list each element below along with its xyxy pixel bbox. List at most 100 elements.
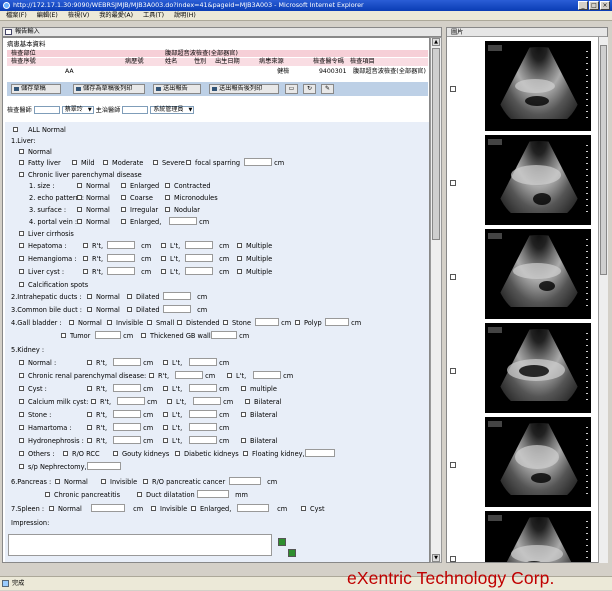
kidney-cyst-lt-input[interactable]: [189, 384, 217, 392]
hydro-rt-input[interactable]: [113, 436, 141, 444]
scroll-down-arrow[interactable]: ▼: [432, 554, 440, 562]
maximize-button[interactable]: □: [589, 1, 599, 10]
hepatoma-rt-option[interactable]: R't,: [83, 242, 103, 251]
ultrasound-image[interactable]: [485, 229, 591, 319]
liver-cirrhosis-option[interactable]: Liver cirrhosis: [19, 230, 74, 239]
hydro-lt-input[interactable]: [189, 436, 217, 444]
gb-tumor-option[interactable]: Tumor: [61, 332, 90, 341]
spleen-normal-input[interactable]: [91, 504, 125, 512]
pancreas-cancer-input[interactable]: [229, 477, 261, 485]
gb-invisible-option[interactable]: Invisible: [107, 319, 143, 328]
liver-cyst-lt-option[interactable]: L't,: [161, 268, 180, 277]
image-select-checkbox[interactable]: [450, 368, 456, 374]
menu-help[interactable]: 說明(H): [174, 12, 196, 19]
hydronephrosis-option[interactable]: Hydronephrosis :: [19, 437, 84, 446]
hemangioma-rt-option[interactable]: R't,: [83, 255, 103, 264]
menu-tools[interactable]: 工具(T): [143, 12, 164, 19]
surface-nodular-option[interactable]: Nodular: [165, 206, 200, 215]
gb-normal-option[interactable]: Normal: [69, 319, 102, 328]
close-button[interactable]: ×: [600, 1, 610, 10]
liver-normal-option[interactable]: Normal: [19, 148, 52, 157]
calcium-lt-option[interactable]: L't,: [167, 398, 186, 407]
hemangioma-multiple-option[interactable]: Multiple: [237, 255, 272, 264]
nephrectomy-option[interactable]: s/p Nephrectomy,: [19, 462, 121, 472]
hepatoma-lt-option[interactable]: L't,: [161, 242, 180, 251]
kidney-normal-option[interactable]: Normal :: [19, 359, 56, 368]
gb-stone-input[interactable]: [255, 318, 279, 326]
echo-micronodules-option[interactable]: Micronodules: [165, 194, 218, 203]
gb-tumor-input[interactable]: [95, 331, 121, 339]
exam-physician-code-input[interactable]: [33, 106, 60, 114]
ihd-input[interactable]: [163, 292, 191, 300]
echo-normal-option[interactable]: Normal: [77, 194, 110, 203]
liver-cyst-rt-input[interactable]: [107, 267, 135, 275]
save-draft-button[interactable]: 儲存草稿: [11, 84, 61, 94]
spleen-invisible-option[interactable]: Invisible: [151, 505, 187, 514]
crpd-option[interactable]: Chronic renal parenchymal disease:: [19, 372, 146, 381]
scroll-thumb[interactable]: [432, 48, 440, 240]
pancreas-normal-option[interactable]: Normal: [55, 478, 88, 487]
scroll-up-arrow[interactable]: ▲: [432, 38, 440, 46]
size-normal-option[interactable]: Normal: [77, 182, 110, 191]
ihd-dilated-option[interactable]: Dilated: [127, 293, 160, 302]
liver-cyst-lt-input[interactable]: [185, 267, 213, 275]
liver-cyst-option[interactable]: Liver cyst :: [19, 268, 64, 277]
crpd-rt-input[interactable]: [175, 371, 203, 379]
kidney-others-option[interactable]: Others :: [19, 450, 54, 459]
kidney-cyst-rt-input[interactable]: [113, 384, 141, 392]
kidney-stone-option[interactable]: Stone :: [19, 411, 51, 420]
gb-small-option[interactable]: Small: [147, 319, 174, 328]
kidney-stone-lt-option[interactable]: L't,: [163, 411, 182, 420]
hemangioma-lt-input[interactable]: [185, 254, 213, 262]
spleen-enlarged-option[interactable]: Enlarged,: [191, 505, 231, 514]
attending-physician-select[interactable]: 系統管理員: [150, 106, 195, 114]
calcium-rt-option[interactable]: R't,: [91, 398, 111, 407]
ultrasound-image[interactable]: [485, 323, 591, 413]
duct-dilatation-option[interactable]: Duct dilatation: [137, 491, 195, 500]
fatty-severe-option[interactable]: Severe: [153, 159, 185, 168]
cbd-dilated-option[interactable]: Dilated: [127, 306, 160, 315]
fatty-moderate-option[interactable]: Moderate: [103, 159, 143, 168]
calcium-lt-input[interactable]: [193, 397, 221, 405]
image-select-checkbox[interactable]: [450, 462, 456, 468]
all-normal-option[interactable]: ALL Normal: [13, 126, 66, 135]
portal-vein-input[interactable]: [169, 217, 197, 225]
nephrectomy-input[interactable]: [86, 462, 121, 470]
kidney-normal-lt-option[interactable]: L't,: [163, 359, 182, 368]
ultrasound-image[interactable]: [485, 417, 591, 507]
crpd-rt-option[interactable]: R't,: [149, 372, 169, 381]
edit-icon-button[interactable]: ✎: [321, 84, 334, 94]
refresh-icon-button[interactable]: ↻: [303, 84, 316, 94]
hamartoma-rt-option[interactable]: R't,: [87, 424, 107, 433]
calcium-milk-option[interactable]: Calcium milk cyst:: [19, 398, 88, 407]
cbd-input[interactable]: [163, 305, 191, 313]
ultrasound-image[interactable]: [485, 41, 591, 131]
portal-normal-option[interactable]: Normal: [77, 218, 110, 227]
cbd-normal-option[interactable]: Normal: [87, 306, 120, 315]
crpd-lt-input[interactable]: [253, 371, 281, 379]
image-panel-scrollbar[interactable]: [598, 37, 608, 563]
spleen-cyst-option[interactable]: Cyst: [301, 505, 325, 514]
pancreas-cancer-option[interactable]: R/O pancreatic cancer: [143, 478, 225, 487]
hemangioma-option[interactable]: Hemangioma :: [19, 255, 77, 264]
kidney-stone-lt-input[interactable]: [189, 410, 217, 418]
spleen-enlarged-input[interactable]: [237, 504, 269, 512]
ro-rcc-option[interactable]: R/O RCC: [63, 450, 100, 459]
gb-distended-option[interactable]: Distended: [177, 319, 220, 328]
kidney-stone-rt-input[interactable]: [113, 410, 141, 418]
template-icon-button[interactable]: ▭: [285, 84, 298, 94]
ultrasound-image[interactable]: [485, 135, 591, 225]
kidney-normal-rt-option[interactable]: R't,: [87, 359, 107, 368]
report-input-tab[interactable]: 報告輸入: [2, 27, 442, 37]
gouty-kidneys-option[interactable]: Gouty kidneys: [113, 450, 169, 459]
menu-edit[interactable]: 編輯(E): [37, 12, 58, 19]
menu-file[interactable]: 檔案(F): [6, 12, 27, 19]
fatty-liver-option[interactable]: Fatty liver: [19, 159, 61, 168]
focal-sparring-input[interactable]: [244, 158, 272, 166]
hepatoma-lt-input[interactable]: [185, 241, 213, 249]
image-select-checkbox[interactable]: [450, 180, 456, 186]
menu-favorites[interactable]: 我的最愛(A): [99, 12, 133, 19]
chronic-liver-option[interactable]: Chronic liver parenchymal disease: [19, 171, 142, 180]
menu-view[interactable]: 檢視(V): [68, 12, 89, 19]
echo-coarse-option[interactable]: Coarse: [121, 194, 153, 203]
